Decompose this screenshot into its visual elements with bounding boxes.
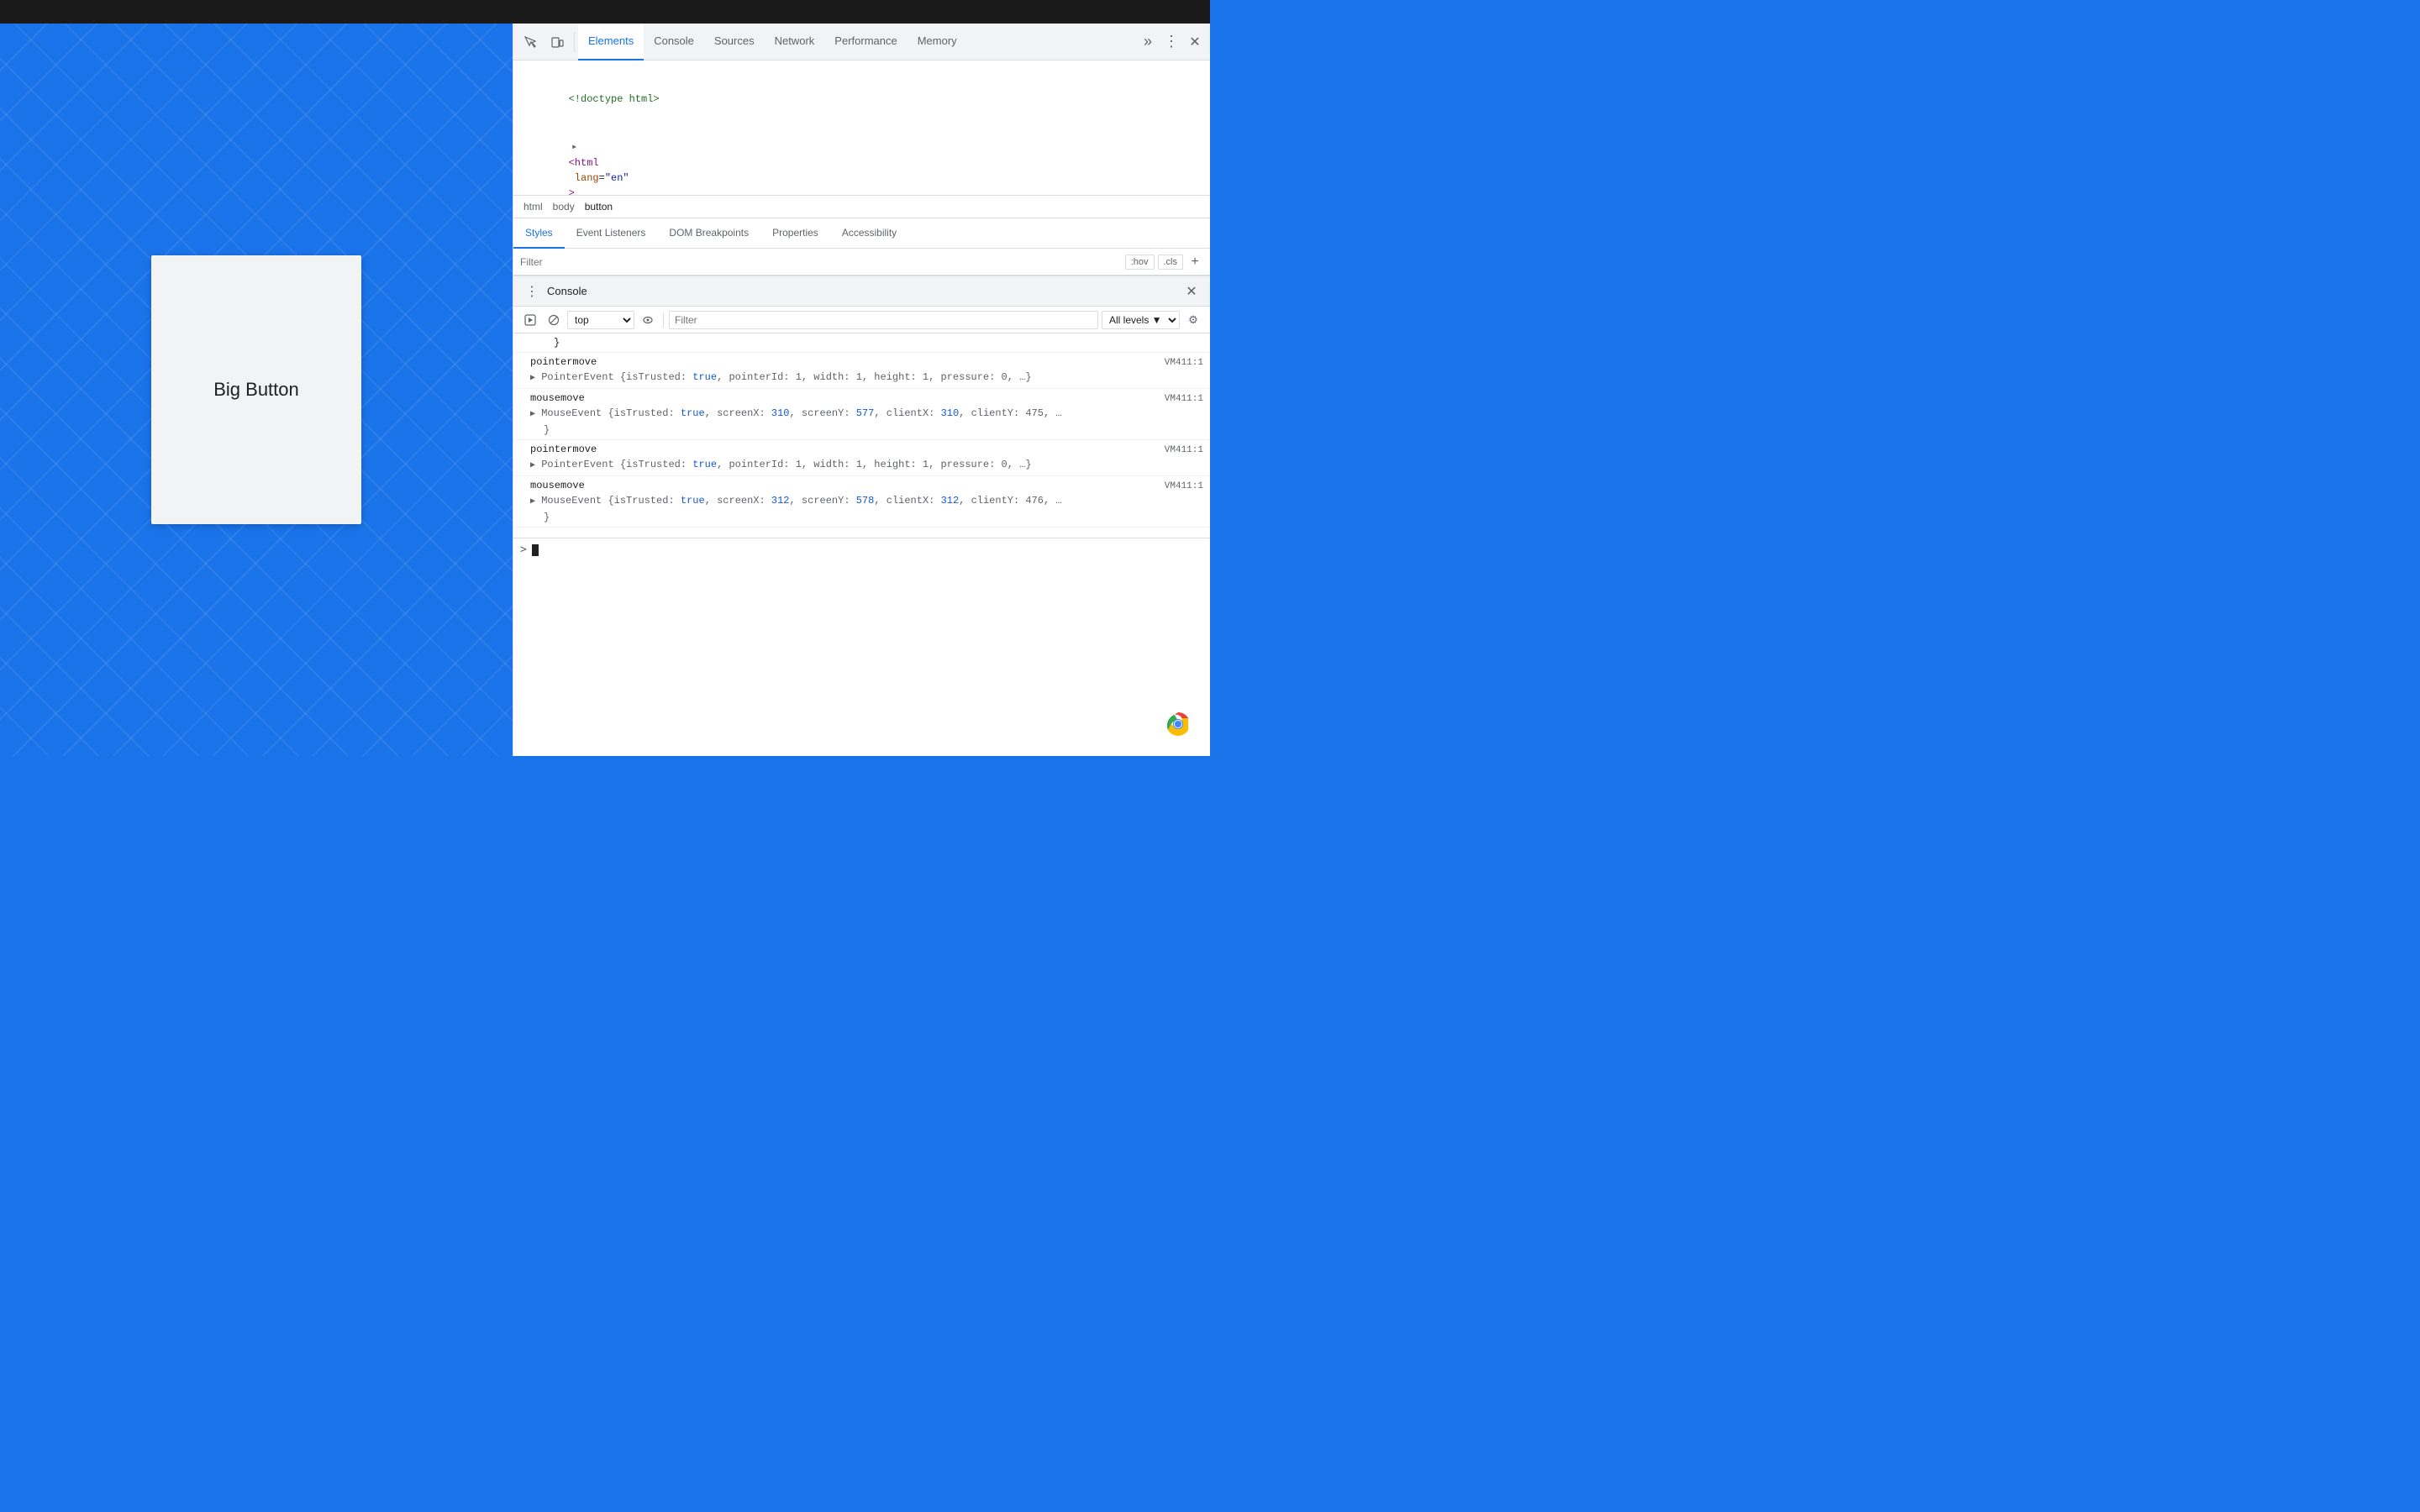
divider [574, 32, 575, 52]
filter-input-wrap [520, 256, 1125, 268]
devtools-panel: Elements Console Sources Network Perform… [513, 24, 1210, 756]
sub-tab-event-listeners[interactable]: Event Listeners [565, 218, 658, 249]
breadcrumb: html body button [513, 195, 1210, 218]
sub-tab-accessibility[interactable]: Accessibility [830, 218, 908, 249]
sub-tabs-bar: Styles Event Listeners DOM Breakpoints P… [513, 218, 1210, 249]
console-line-brace: } [513, 333, 1210, 353]
toolbar-divider [663, 312, 664, 328]
console-title: Console [547, 285, 587, 297]
devtools-close-button[interactable]: ✕ [1183, 30, 1207, 54]
breadcrumb-html[interactable]: html [520, 199, 546, 214]
tab-performance[interactable]: Performance [824, 24, 907, 60]
inspect-element-icon[interactable] [517, 29, 544, 55]
html-line-html[interactable]: <html lang="en" > [513, 123, 1210, 195]
sub-tab-properties[interactable]: Properties [760, 218, 830, 249]
big-button[interactable]: Big Button [213, 379, 299, 401]
cls-button[interactable]: .cls [1158, 255, 1184, 270]
console-cursor [532, 544, 539, 556]
eye-button[interactable] [638, 310, 658, 330]
main-area: Big Button Elements [0, 24, 1210, 756]
tab-network[interactable]: Network [765, 24, 825, 60]
filter-actions: :hov .cls + [1125, 254, 1203, 270]
console-toolbar: top All levels ▼ ⚙ [513, 307, 1210, 333]
console-line-pointermove-2[interactable]: pointermove ▶ PointerEvent {isTrusted: t… [513, 440, 1210, 476]
breadcrumb-button[interactable]: button [581, 199, 616, 214]
filter-bar: :hov .cls + [513, 249, 1210, 276]
devtools-menu-button[interactable]: ⋮ [1160, 30, 1183, 54]
hov-button[interactable]: :hov [1125, 255, 1155, 270]
console-line-mousemove-1[interactable]: mousemove ▶ MouseEvent {isTrusted: true,… [513, 389, 1210, 440]
device-toggle-icon[interactable] [544, 29, 571, 55]
filter-input[interactable] [520, 256, 1125, 268]
expand-pointer-2[interactable]: ▶ [530, 461, 535, 470]
sub-tab-styles[interactable]: Styles [513, 218, 565, 249]
more-tabs-button[interactable]: » [1136, 30, 1160, 54]
html-line-doctype[interactable]: <!doctype html> [513, 60, 1210, 123]
console-input-area: > [513, 538, 1210, 561]
console-output: } pointermove ▶ PointerEvent {isTrusted:… [513, 333, 1210, 538]
tab-elements[interactable]: Elements [578, 24, 644, 60]
triangle-html[interactable] [569, 139, 581, 155]
play-button[interactable] [520, 310, 540, 330]
console-menu-button[interactable]: ⋮ [520, 280, 544, 303]
context-select[interactable]: top [567, 311, 634, 329]
top-bar [0, 0, 1210, 24]
elements-panel: <!doctype html> <html lang="en" > <head>… [513, 60, 1210, 195]
tab-sources[interactable]: Sources [704, 24, 765, 60]
levels-select[interactable]: All levels ▼ [1102, 311, 1180, 329]
console-line-mousemove-2[interactable]: mousemove ▶ MouseEvent {isTrusted: true,… [513, 476, 1210, 528]
page-preview: Big Button [0, 24, 513, 756]
console-prompt: > [520, 543, 527, 556]
sub-tab-dom-breakpoints[interactable]: DOM Breakpoints [657, 218, 760, 249]
devtools-tabs-bar: Elements Console Sources Network Perform… [513, 24, 1210, 60]
console-header: ⋮ Console ✕ [513, 276, 1210, 307]
breadcrumb-body[interactable]: body [550, 199, 578, 214]
expand-mouse-1[interactable]: ▶ [530, 410, 535, 419]
page-card: Big Button [151, 255, 361, 524]
console-line-pointermove-1[interactable]: pointermove ▶ PointerEvent {isTrusted: t… [513, 353, 1210, 389]
tab-memory[interactable]: Memory [908, 24, 967, 60]
console-panel: ⋮ Console ✕ [513, 276, 1210, 561]
chrome-logo [1163, 709, 1193, 739]
console-filter-input[interactable] [669, 311, 1098, 329]
console-settings-button[interactable]: ⚙ [1183, 310, 1203, 330]
expand-pointer-1[interactable]: ▶ [530, 374, 535, 383]
ban-button[interactable] [544, 310, 564, 330]
console-close-button[interactable]: ✕ [1180, 280, 1203, 303]
add-style-rule-button[interactable]: + [1186, 254, 1203, 270]
tab-console[interactable]: Console [644, 24, 704, 60]
expand-mouse-2[interactable]: ▶ [530, 497, 535, 507]
